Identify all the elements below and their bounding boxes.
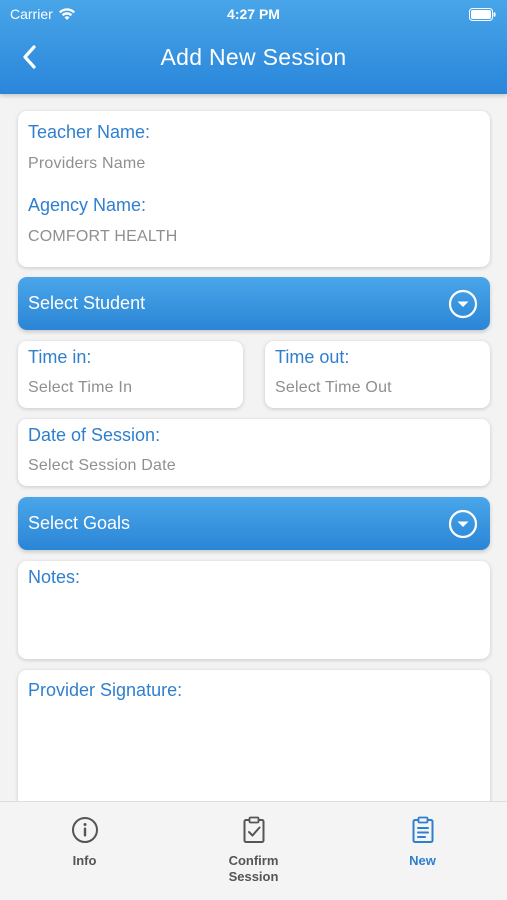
session-date-placeholder: Select Session Date xyxy=(28,457,176,474)
chevron-down-circle-icon xyxy=(448,509,478,539)
signature-pad[interactable]: Provider Signature: xyxy=(18,670,490,820)
select-goals-label: Select Goals xyxy=(28,513,131,533)
select-student-label: Select Student xyxy=(28,293,146,313)
tab-new-label: New xyxy=(409,853,436,868)
select-student-dropdown[interactable]: Select Student xyxy=(18,277,490,330)
time-out-placeholder: Select Time Out xyxy=(275,379,392,396)
notes-field[interactable]: Notes: xyxy=(18,561,490,659)
signature-label: Provider Signature: xyxy=(28,680,183,700)
tab-info[interactable]: Info xyxy=(0,802,169,900)
status-bar: Carrier 4:27 PM xyxy=(0,0,507,28)
info-icon xyxy=(71,817,98,843)
tab-bar: Info Confirm Session New xyxy=(0,801,507,900)
tab-confirm-session[interactable]: Confirm Session xyxy=(169,802,338,900)
app-header: Carrier 4:27 PM Add New Session xyxy=(0,0,507,94)
notes-label: Notes: xyxy=(28,567,81,587)
time-in-label: Time in: xyxy=(28,347,92,367)
clipboard-check-icon xyxy=(243,816,264,843)
tab-confirm-session-label: Confirm Session xyxy=(228,853,279,884)
session-date-field[interactable]: Date of Session: Select Session Date xyxy=(18,419,490,486)
agency-name-label: Agency Name: xyxy=(28,195,147,215)
time-out-field[interactable]: Time out: Select Time Out xyxy=(265,341,490,408)
tab-new[interactable]: New xyxy=(338,802,507,900)
time-in-field[interactable]: Time in: Select Time In xyxy=(18,341,243,408)
agency-name-value: COMFORT HEALTH xyxy=(28,228,178,245)
clipboard-list-icon xyxy=(412,816,433,843)
nav-bar: Add New Session xyxy=(0,28,507,94)
session-date-label: Date of Session: xyxy=(28,425,161,445)
provider-info-card: Teacher Name: Providers Name Agency Name… xyxy=(18,111,490,267)
time-in-placeholder: Select Time In xyxy=(28,379,133,396)
page-title: Add New Session xyxy=(160,44,347,70)
select-goals-dropdown[interactable]: Select Goals xyxy=(18,497,490,550)
battery-icon xyxy=(469,8,496,21)
status-time: 4:27 PM xyxy=(227,6,280,22)
chevron-down-circle-icon xyxy=(448,289,478,319)
teacher-name-value: Providers Name xyxy=(28,155,146,172)
teacher-name-label: Teacher Name: xyxy=(28,122,151,142)
tab-info-label: Info xyxy=(72,853,97,868)
time-out-label: Time out: xyxy=(275,347,350,367)
